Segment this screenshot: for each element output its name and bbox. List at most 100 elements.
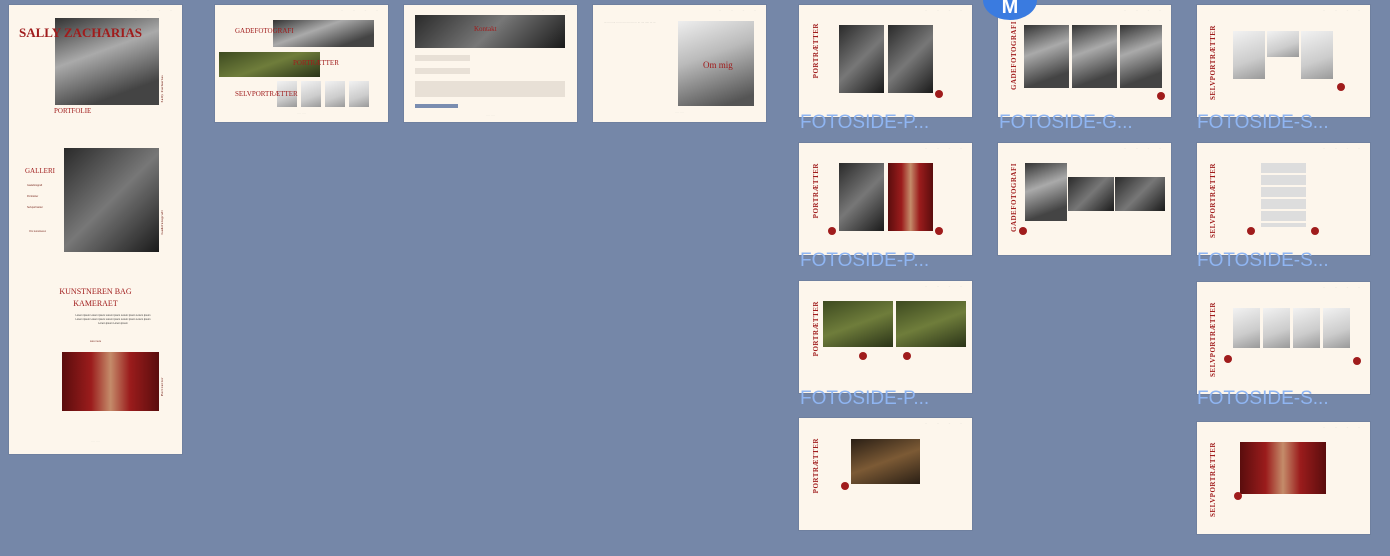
frame-label-p2: FOTOSIDE-P... — [800, 250, 930, 271]
nav-bar: ·· ·· ·· ·· — [341, 9, 378, 12]
page-title-selvportraetter: SELVPORTRÆTTER — [1209, 163, 1217, 238]
page-title-portraetter: PORTRÆTTER — [812, 163, 820, 219]
nav-dot[interactable] — [1337, 83, 1345, 91]
photo-1 — [1240, 442, 1326, 494]
frame-portraetter-2[interactable]: ·· ·· ·· ·· PORTRÆTTER — [799, 143, 972, 255]
photo-2 — [896, 301, 966, 347]
send-button[interactable] — [415, 104, 458, 108]
page-title-selvportraetter: SELVPORTRÆTTER — [1209, 302, 1217, 377]
frame-selvportraetter-2[interactable]: ·· ·· ·· ·· SELVPORTRÆTTER — [1197, 143, 1370, 255]
frame-label-s2: FOTOSIDE-S... — [1197, 250, 1329, 271]
nav-bar: ·· ·· ·· ·· — [925, 9, 962, 12]
frame-selvportraetter-4[interactable]: ·· ·· ·· ·· SELVPORTRÆTTER — [1197, 422, 1370, 534]
photo-3 — [1120, 25, 1162, 88]
frame-selvportraetter-3[interactable]: ·· ·· ·· ·· SELVPORTRÆTTER — [1197, 282, 1370, 394]
portfolio-label: PORTFOLIE — [54, 107, 92, 115]
om-mig-text: ··· ···· ····· ··· ··· ···· ···· ···· ··… — [604, 21, 656, 24]
photo-1 — [839, 25, 884, 93]
frame-portraetter-1[interactable]: ·· ·· ·· ·· PORTRÆTTER — [799, 5, 972, 117]
gallery-self-3 — [325, 81, 345, 107]
page-title-gadefotografi: GADEFOTOGRAFI — [1010, 21, 1018, 90]
nav-bar: ·· ·· ·· ·· — [1124, 147, 1161, 150]
artist-photo — [62, 352, 159, 411]
photo-1 — [823, 301, 893, 347]
page-title-selvportraetter: SELVPORTRÆTTER — [1209, 25, 1217, 100]
nav-bar: ·· ·· ·· ·· — [1323, 147, 1360, 150]
photo-1 — [1024, 25, 1069, 88]
nav-dot-right[interactable] — [1353, 357, 1361, 365]
frame-kontakt[interactable]: ·· ·· ·· ·· Kontakt · · · · · · · · — [404, 5, 577, 122]
page-title-portraetter: PORTRÆTTER — [812, 301, 820, 357]
photo-1 — [1233, 31, 1265, 79]
contact-sheet — [1261, 163, 1306, 227]
frame-portraetter-3[interactable]: ·· ·· ·· ·· PORTRÆTTER — [799, 281, 972, 393]
frame-gadefotografi-1[interactable]: ·· ·· ·· ·· GADEFOTOGRAFI — [998, 5, 1171, 117]
nav-links[interactable]: ·· ·· ·· ·· — [135, 9, 172, 12]
frame-gallery[interactable]: ·· ·· ·· ·· GADEFOTOGRAFI PORTRÆTTER SELVPO… — [215, 5, 388, 122]
nav-bar: ·· ·· ·· ·· — [925, 285, 962, 288]
frame-gadefotografi-2[interactable]: ·· ·· ·· ·· GADEFOTOGRAFI — [998, 143, 1171, 255]
artist-heading-2: KAMERAET — [73, 299, 118, 308]
footer: · · · · · · · · — [296, 113, 307, 115]
about-link[interactable]: Om kunstneren — [29, 230, 46, 233]
nav-bar: ·· ·· ·· ·· — [925, 422, 962, 425]
nav-dot-left[interactable] — [1247, 227, 1255, 235]
side-text-1: Sally Zacharias — [160, 75, 164, 103]
photo-2 — [1068, 177, 1114, 211]
artist-heading-1: KUNSTNEREN BAG — [59, 287, 132, 296]
page-title-gadefotografi: GADEFOTOGRAFI — [1010, 163, 1018, 232]
nav-dot-left[interactable] — [1224, 355, 1232, 363]
nav-dot-left[interactable] — [859, 352, 867, 360]
design-canvas[interactable]: ·· ·· ·· ·· SALLY ZACHARIAS PORTFOLIE Sally… — [0, 0, 1390, 556]
frame-om-mig[interactable]: ·· ·· ·· ·· ··· ···· ····· ··· ··· ···· ···… — [593, 5, 766, 122]
kontakt-title: Kontakt — [474, 25, 497, 33]
galleri-link-3[interactable]: Selvportrætter — [27, 206, 43, 209]
photo-1 — [839, 163, 884, 231]
gallery-title-portrait: PORTRÆTTER — [293, 59, 339, 67]
frame-home[interactable]: ·· ·· ·· ·· SALLY ZACHARIAS PORTFOLIE Sally… — [9, 5, 182, 454]
nav-bar: ·· ·· ·· ·· — [1323, 426, 1360, 429]
nav-bar: ·· ·· ·· ·· — [1323, 9, 1360, 12]
galleri-link-2[interactable]: Portrætter — [27, 195, 38, 198]
nav-dot[interactable] — [1157, 92, 1165, 100]
nav-dot-right[interactable] — [903, 352, 911, 360]
nav-dot[interactable] — [841, 482, 849, 490]
nav-bar: ·· ·· ·· ·· — [719, 9, 756, 12]
name-field[interactable] — [415, 55, 470, 61]
photo-1 — [1233, 308, 1260, 348]
nav-dot-left[interactable] — [828, 227, 836, 235]
frame-label-p3: FOTOSIDE-P... — [800, 388, 930, 409]
nav-dot[interactable] — [1234, 492, 1242, 500]
artist-bio: Lorem ipsum Lorem ipsum Lorem ipsum Lore… — [75, 314, 151, 325]
nav-bar: ·· ·· ·· ·· — [1323, 286, 1360, 289]
frame-selvportraetter-1[interactable]: ·· ·· ·· ·· SELVPORTRÆTTER — [1197, 5, 1370, 117]
nav-dot[interactable] — [1019, 227, 1027, 235]
gallery-self-2 — [301, 81, 321, 107]
frame-label-s1: FOTOSIDE-S... — [1197, 112, 1329, 133]
photo-1 — [851, 439, 920, 484]
frame-label-s3: FOTOSIDE-S... — [1197, 388, 1329, 409]
footer: · · · · · · · · — [674, 112, 685, 114]
email-field[interactable] — [415, 68, 470, 74]
frame-label-g1: FOTOSIDE-G... — [999, 112, 1133, 133]
page-title-portraetter: PORTRÆTTER — [812, 23, 820, 79]
photo-2 — [888, 25, 933, 93]
read-more-link[interactable]: Læs mere — [9, 340, 182, 343]
frame-portraetter-4[interactable]: ·· ·· ·· ·· PORTRÆTTER — [799, 418, 972, 530]
photo-2 — [888, 163, 933, 231]
galleri-link-1[interactable]: Gadefotografi — [27, 184, 42, 187]
nav-dot-right[interactable] — [1311, 227, 1319, 235]
photo-3 — [1301, 31, 1333, 79]
gallery-title-gade: GADEFOTOGRAFI — [235, 27, 294, 35]
photo-4 — [1323, 308, 1350, 348]
message-field[interactable] — [415, 81, 565, 97]
nav-dot[interactable] — [935, 90, 943, 98]
page-title-selvportraetter: SELVPORTRÆTTER — [1209, 442, 1217, 517]
photo-2 — [1072, 25, 1117, 88]
nav-dot-right[interactable] — [935, 227, 943, 235]
photo-3 — [1115, 177, 1165, 211]
frame-label-p1: FOTOSIDE-P... — [800, 112, 930, 133]
photo-3 — [1293, 308, 1320, 348]
gallery-self-4 — [349, 81, 369, 107]
home-title: SALLY ZACHARIAS — [19, 25, 142, 40]
